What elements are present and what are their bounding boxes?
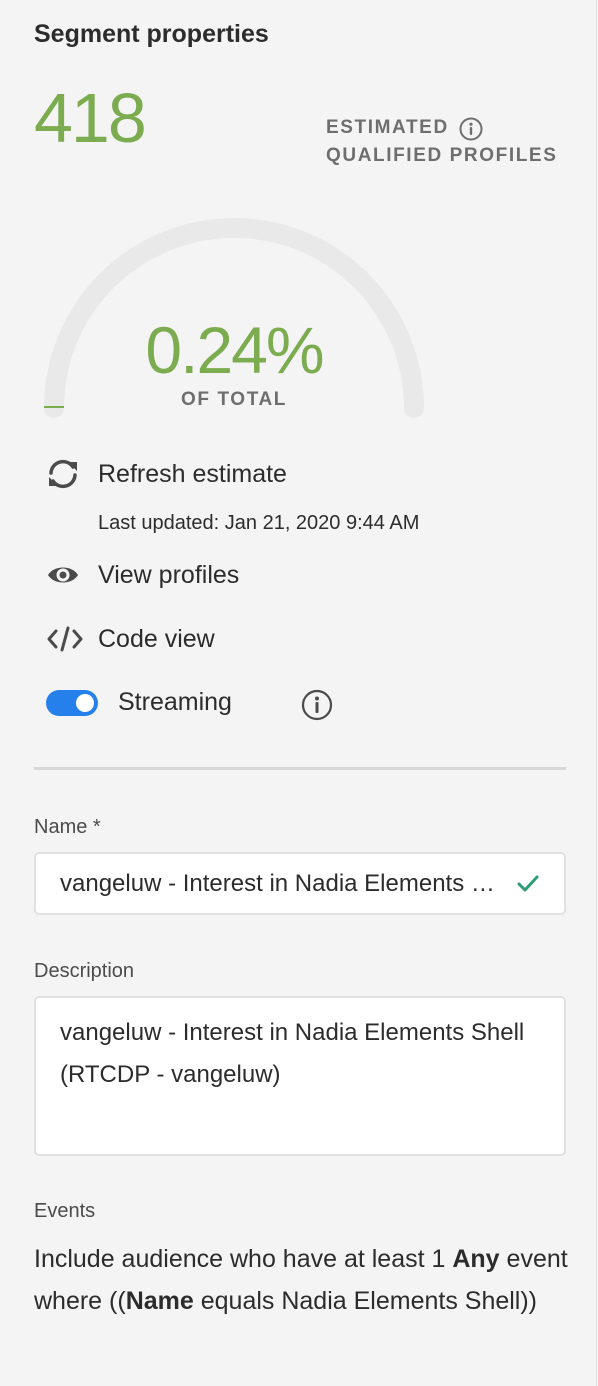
name-field[interactable]: vangeluw - Interest in Nadia Elements Sh… — [34, 852, 566, 915]
streaming-toggle[interactable] — [46, 689, 98, 716]
description-label: Description — [34, 960, 135, 982]
last-updated-text: Last updated: Jan 21, 2020 9:44 AM — [98, 512, 420, 534]
refresh-estimate-button[interactable]: Refresh estimate — [46, 458, 287, 490]
view-profiles-label: View profiles — [98, 560, 240, 589]
of-total-label: OF TOTAL — [180, 389, 288, 410]
view-profiles-button[interactable]: View profiles — [46, 559, 239, 591]
code-view-button[interactable]: Code view — [46, 623, 215, 655]
events-description: Include audience who have at least 1 Any… — [34, 1245, 568, 1315]
percent-of-total: 0.24% — [145, 313, 324, 387]
eye-icon — [46, 559, 86, 591]
segment-properties-panel: Segment properties 418 ESTIMATED QUALIFI… — [0, 0, 597, 1386]
streaming-row: Streaming — [46, 688, 232, 717]
info-icon[interactable] — [459, 117, 483, 141]
streaming-label: Streaming — [118, 688, 232, 716]
refresh-icon — [46, 458, 86, 490]
section-divider — [34, 767, 566, 770]
refresh-estimate-label: Refresh estimate — [98, 459, 287, 488]
code-view-label: Code view — [98, 624, 215, 653]
estimated-qualified-profiles-label: ESTIMATED QUALIFIED PROFILES — [326, 114, 557, 170]
name-label: Name * — [34, 816, 101, 838]
code-icon — [46, 623, 86, 655]
panel-title: Segment properties — [34, 20, 269, 48]
name-value: vangeluw - Interest in Nadia Elements Sh… — [60, 869, 496, 897]
estimated-label: ESTIMATED — [326, 117, 449, 138]
checkmark-icon — [517, 875, 539, 891]
description-field[interactable]: vangeluw - Interest in Nadia Elements Sh… — [34, 996, 566, 1156]
streaming-info-icon[interactable] — [301, 689, 333, 726]
events-label: Events — [34, 1200, 96, 1222]
qualified-profiles-count: 418 — [34, 79, 147, 157]
qualified-profiles-label: QUALIFIED PROFILES — [326, 145, 558, 166]
